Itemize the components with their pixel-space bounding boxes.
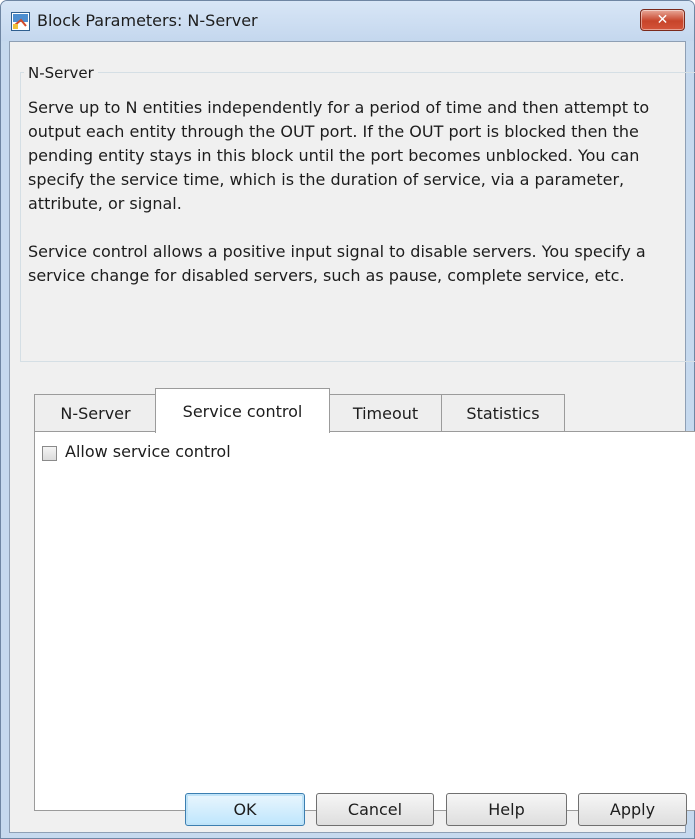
- dialog-client-area: N-Server Serve up to N entities independ…: [9, 41, 695, 833]
- close-icon: ✕: [656, 12, 669, 28]
- service-control-panel: Allow service control: [34, 431, 695, 811]
- apply-button[interactable]: Apply: [578, 793, 687, 826]
- help-button[interactable]: Help: [446, 793, 567, 826]
- tab-timeout[interactable]: Timeout: [328, 394, 443, 432]
- tab-statistics[interactable]: Statistics: [441, 394, 565, 432]
- ok-button[interactable]: OK: [185, 793, 305, 826]
- description-paragraph-2: Service control allows a positive input …: [28, 242, 646, 285]
- allow-service-control-label[interactable]: Allow service control: [65, 442, 231, 461]
- close-button[interactable]: ✕: [640, 9, 685, 31]
- tab-service-control[interactable]: Service control: [155, 388, 330, 433]
- title-bar[interactable]: Block Parameters: N-Server ✕: [1, 1, 694, 41]
- block-description: Serve up to N entities independently for…: [28, 96, 688, 312]
- window-title: Block Parameters: N-Server: [37, 11, 258, 30]
- cancel-button[interactable]: Cancel: [316, 793, 434, 826]
- allow-service-control-checkbox[interactable]: [42, 446, 57, 461]
- groupbox-title: N-Server: [24, 64, 98, 82]
- simulink-block-icon: [11, 12, 30, 31]
- description-paragraph-1: Serve up to N entities independently for…: [28, 98, 650, 213]
- dialog-window: Block Parameters: N-Server ✕ N-Server Se…: [0, 0, 695, 839]
- tab-n-server[interactable]: N-Server: [34, 394, 157, 432]
